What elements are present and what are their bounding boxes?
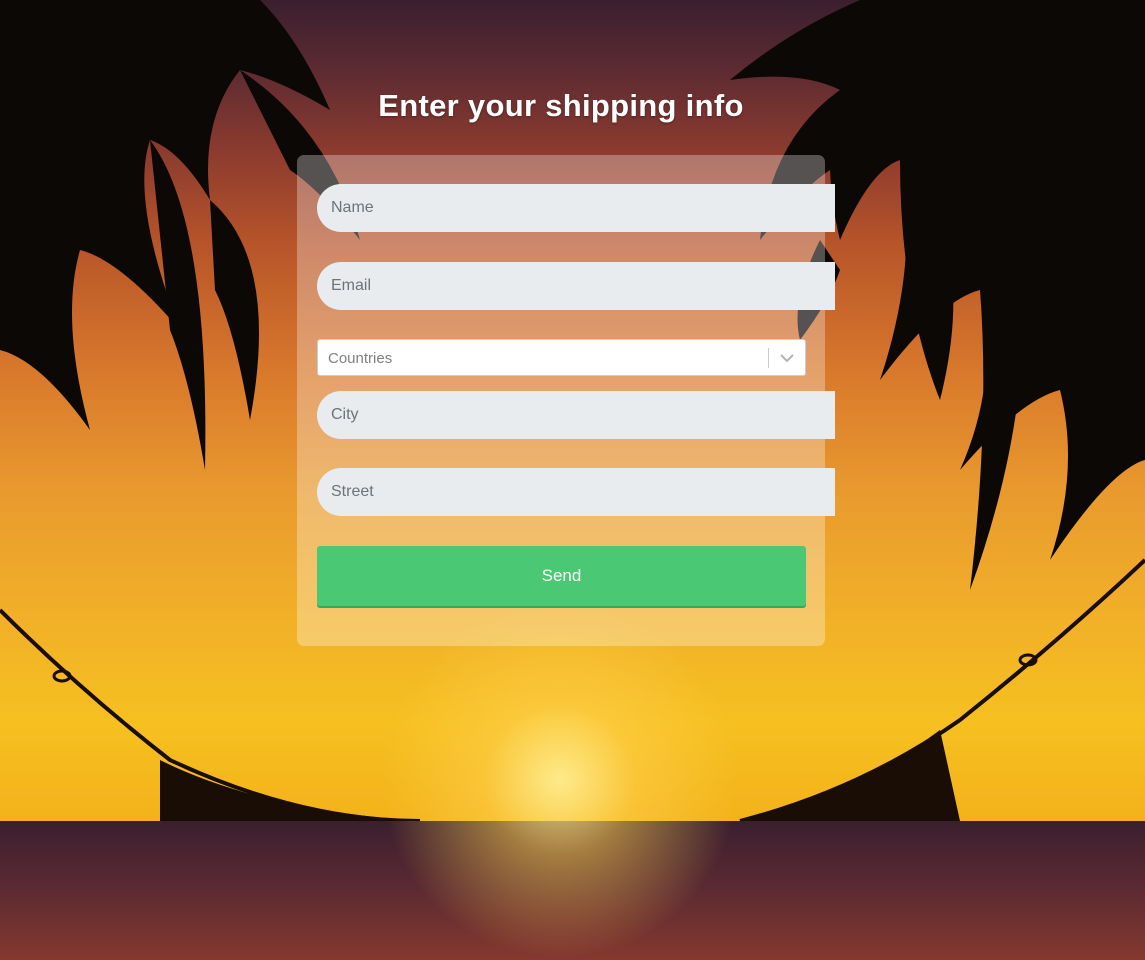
sun-glow xyxy=(380,600,740,960)
city-input[interactable] xyxy=(317,391,835,439)
email-input[interactable] xyxy=(317,262,835,310)
chevron-down-icon[interactable] xyxy=(779,351,795,365)
page-title: Enter your shipping info xyxy=(378,88,744,123)
send-button[interactable]: Send xyxy=(317,546,806,606)
countries-select[interactable]: Countries xyxy=(317,339,806,376)
countries-placeholder: Countries xyxy=(328,350,393,367)
select-separator xyxy=(768,348,769,368)
name-input[interactable] xyxy=(317,184,835,232)
street-input[interactable] xyxy=(317,468,835,516)
